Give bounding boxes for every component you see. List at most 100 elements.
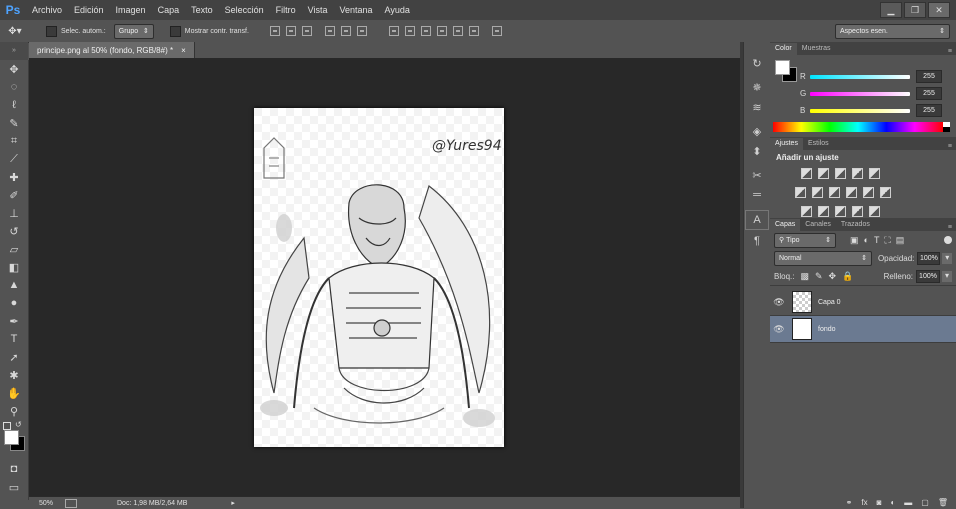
blur-tool-icon[interactable]: ▲	[0, 276, 28, 294]
opacity-input[interactable]: 100%	[917, 251, 941, 265]
selective-color-icon[interactable]	[852, 206, 863, 217]
blue-value[interactable]: 255	[916, 104, 942, 117]
menu-ventana[interactable]: Ventana	[334, 0, 379, 20]
path-select-tool-icon[interactable]: ➚	[0, 348, 28, 366]
exposure-icon[interactable]	[852, 168, 863, 179]
show-transform-checkbox[interactable]	[169, 25, 181, 37]
menu-archivo[interactable]: Archivo	[26, 0, 68, 20]
fx-icon[interactable]: fx	[861, 498, 867, 507]
black-white-icon[interactable]	[829, 187, 840, 198]
tab-color[interactable]: Color	[770, 43, 797, 55]
distribute-hcenter-icon[interactable]	[452, 26, 463, 36]
menu-vista[interactable]: Vista	[302, 0, 334, 20]
menu-ayuda[interactable]: Ayuda	[379, 0, 416, 20]
link-icon[interactable]: ⚭	[846, 498, 853, 507]
zoom-level[interactable]: 50%	[39, 500, 61, 507]
layer-name[interactable]: fondo	[818, 326, 836, 333]
document-tab[interactable]: principe.png al 50% (fondo, RGB/8#) * ×	[29, 42, 195, 58]
lasso-tool-icon[interactable]: ℓ	[0, 96, 28, 114]
green-value[interactable]: 255	[916, 87, 942, 100]
lock-icons[interactable]: ▩✎✥🔒	[800, 271, 859, 282]
dock-grip[interactable]	[744, 42, 770, 52]
tool-presets-icon[interactable]: ⬍	[746, 142, 768, 160]
align-bottom-icon[interactable]	[301, 26, 312, 36]
fill-arrow-icon[interactable]: ▾	[942, 270, 952, 282]
channel-mixer-icon[interactable]	[863, 187, 874, 198]
hue-saturation-icon[interactable]	[795, 187, 806, 198]
zoom-tool-icon[interactable]: ⚲	[0, 402, 28, 420]
tab-capas[interactable]: Capas	[770, 219, 801, 231]
trash-icon[interactable]: 🗑	[938, 498, 948, 507]
layer-row[interactable]: 👁 Capa 0	[770, 289, 956, 316]
levels-icon[interactable]	[818, 168, 829, 179]
menu-seleccion[interactable]: Selección	[219, 0, 270, 20]
align-left-icon[interactable]	[324, 26, 335, 36]
move-tool-icon[interactable]: ✥	[0, 60, 28, 78]
filter-kind-dropdown[interactable]: ⚲ Tipo ⇕	[774, 232, 836, 248]
mask-icon[interactable]: ◙	[877, 498, 882, 507]
menu-texto[interactable]: Texto	[185, 0, 219, 20]
restore-button[interactable]: ❐	[904, 2, 926, 18]
properties-icon[interactable]: ✂	[746, 166, 768, 184]
default-colors-icon[interactable]	[3, 422, 11, 430]
filter-toggle-icon[interactable]	[944, 236, 952, 244]
minimize-button[interactable]: ▁	[880, 2, 902, 18]
spectrum-black-white[interactable]	[943, 122, 950, 132]
auto-align-icon[interactable]	[491, 26, 502, 36]
paragraph-panel-icon[interactable]: ¶	[746, 232, 768, 250]
shape-tool-icon[interactable]: ✱	[0, 366, 28, 384]
posterize-icon[interactable]	[818, 206, 829, 217]
curves-icon[interactable]	[835, 168, 846, 179]
red-slider[interactable]	[810, 74, 910, 79]
distribute-left-icon[interactable]	[436, 26, 447, 36]
gradient-map-icon[interactable]	[869, 206, 880, 217]
color-spectrum[interactable]	[773, 122, 943, 132]
hand-tool-icon[interactable]: ✋	[0, 384, 28, 402]
character-panel-icon[interactable]: A	[745, 210, 769, 230]
vibrance-icon[interactable]	[869, 168, 880, 179]
red-value[interactable]: 255	[916, 70, 942, 83]
tab-trazados[interactable]: Trazados	[836, 219, 875, 231]
crop-tool-icon[interactable]: ⌗	[0, 132, 28, 150]
brush-tool-icon[interactable]: ✐	[0, 186, 28, 204]
adjustment-icon[interactable]: ◐	[890, 498, 895, 507]
history-brush-tool-icon[interactable]: ↺	[0, 222, 28, 240]
tab-canales[interactable]: Canales	[800, 219, 836, 231]
new-layer-icon[interactable]: ▢	[921, 498, 929, 507]
clone-source-icon[interactable]: ◈	[746, 122, 768, 140]
align-right-icon[interactable]	[356, 26, 367, 36]
fill-input[interactable]: 100%	[916, 269, 940, 283]
close-button[interactable]: ✕	[928, 2, 950, 18]
layer-row-selected[interactable]: 👁 fondo	[770, 316, 956, 343]
distribute-right-icon[interactable]	[468, 26, 479, 36]
workspace-dropdown[interactable]: Aspectos esen. ⇕	[835, 24, 950, 39]
color-lookup-icon[interactable]	[880, 187, 891, 198]
distribute-bottom-icon[interactable]	[420, 26, 431, 36]
toolbar-grip[interactable]: »	[0, 42, 28, 60]
align-top-icon[interactable]	[269, 26, 280, 36]
brush-panel-icon[interactable]: ✵	[746, 78, 768, 96]
blue-slider[interactable]	[810, 108, 910, 113]
swap-colors-icon[interactable]: ↺	[15, 420, 22, 429]
eyedropper-tool-icon[interactable]: ⟋	[0, 150, 28, 168]
auto-select-checkbox[interactable]	[46, 25, 57, 37]
gradient-tool-icon[interactable]: ◧	[0, 258, 28, 276]
panel-menu-icon[interactable]: ≡	[948, 224, 956, 231]
distribute-vcenter-icon[interactable]	[404, 26, 415, 36]
eraser-tool-icon[interactable]: ▱	[0, 240, 28, 258]
history-panel-icon[interactable]: ↻	[746, 54, 768, 72]
menu-capa[interactable]: Capa	[152, 0, 186, 20]
quick-mask-icon[interactable]: ◘	[0, 460, 28, 478]
menu-filtro[interactable]: Filtro	[270, 0, 302, 20]
layer-name[interactable]: Capa 0	[818, 299, 841, 306]
quick-select-tool-icon[interactable]: ✎	[0, 114, 28, 132]
opacity-arrow-icon[interactable]: ▾	[942, 252, 952, 264]
stamp-tool-icon[interactable]: ⊥	[0, 204, 28, 222]
menu-edicion[interactable]: Edición	[68, 0, 110, 20]
move-tool-preset-icon[interactable]: ✥▾	[0, 26, 30, 37]
align-hcenter-icon[interactable]	[340, 26, 351, 36]
visibility-eye-icon[interactable]: 👁	[770, 297, 788, 308]
marquee-tool-icon[interactable]: ◌	[0, 78, 28, 96]
pen-tool-icon[interactable]: ✒	[0, 312, 28, 330]
screen-mode-icon[interactable]: ▭	[0, 478, 28, 496]
